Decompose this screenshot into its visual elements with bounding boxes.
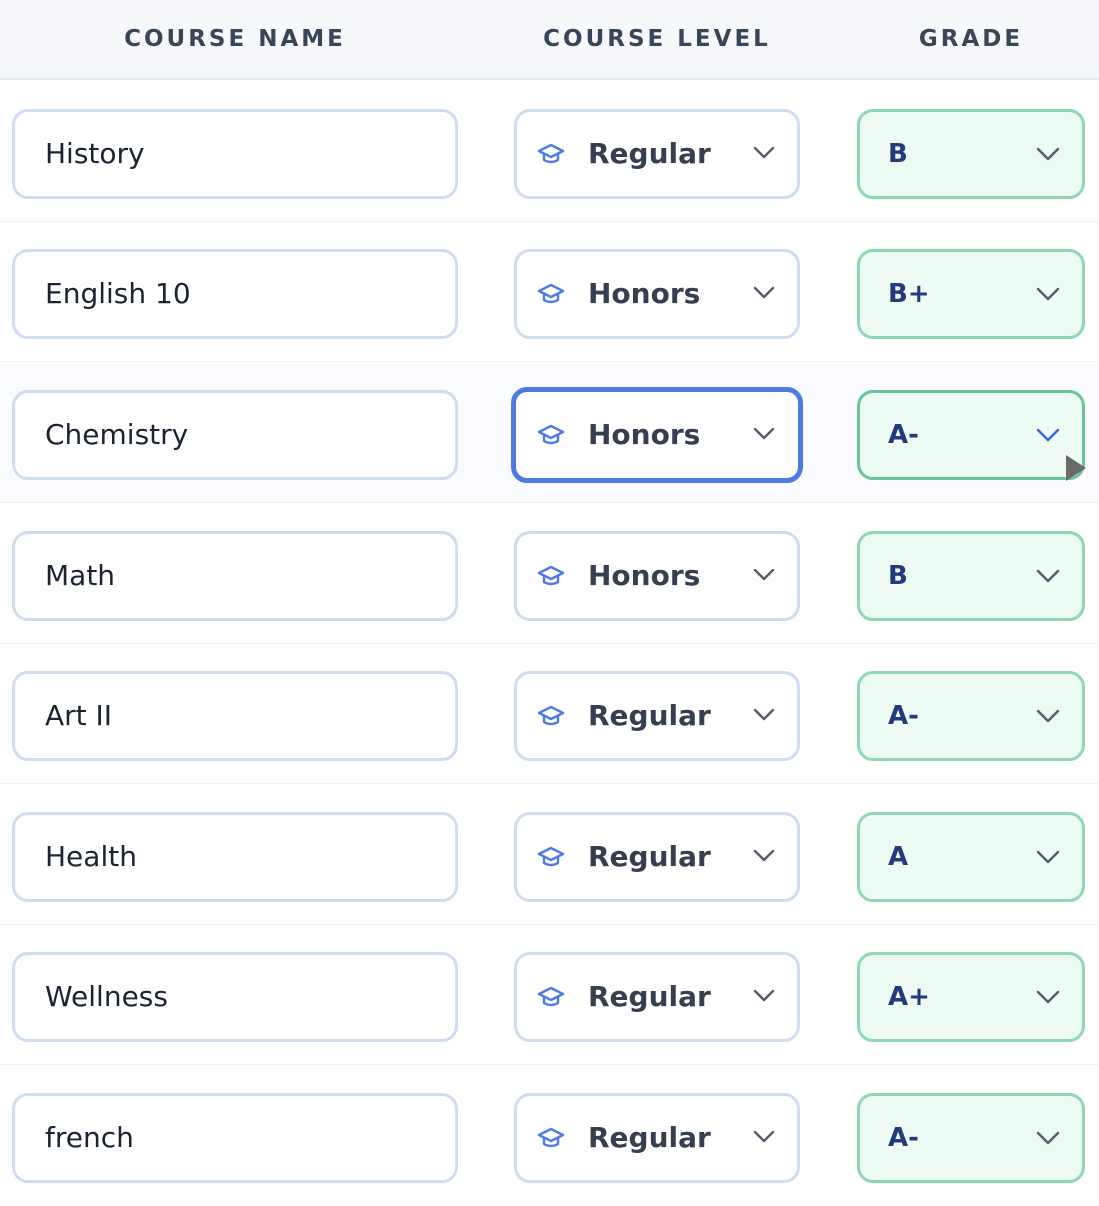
course-name-input[interactable]: History	[12, 109, 458, 199]
grade-select[interactable]: A-	[857, 390, 1085, 480]
table-header: COURSE NAME COURSE LEVEL GRADE	[0, 0, 1099, 80]
table-row: Chemistry Honors A-	[0, 363, 1099, 503]
course-name-input[interactable]: English 10	[12, 249, 458, 339]
course-level-select[interactable]: Regular	[514, 1093, 800, 1183]
table-row: Math Honors B	[0, 504, 1099, 644]
chevron-down-icon	[753, 146, 775, 159]
mouse-cursor-icon	[1066, 455, 1086, 481]
chevron-down-icon	[753, 286, 775, 299]
grade-select[interactable]: A-	[857, 1093, 1085, 1183]
chevron-down-icon	[1036, 850, 1060, 864]
graduation-cap-icon	[537, 283, 565, 304]
course-name-input[interactable]: Math	[12, 531, 458, 621]
grade-value: A-	[888, 420, 919, 450]
course-name-input[interactable]: Wellness	[12, 952, 458, 1042]
chevron-down-icon	[753, 849, 775, 862]
course-level-value: Honors	[588, 277, 701, 310]
chevron-down-icon	[753, 989, 775, 1002]
course-level-value: Regular	[588, 840, 711, 873]
chevron-down-icon	[1036, 709, 1060, 723]
course-name-input[interactable]: Art II	[12, 671, 458, 761]
chevron-down-icon	[753, 568, 775, 581]
grade-select[interactable]: A	[857, 812, 1085, 902]
grade-value: A	[888, 842, 909, 872]
graduation-cap-icon	[537, 424, 565, 445]
course-name-input[interactable]: Chemistry	[12, 390, 458, 480]
grade-value: B	[888, 561, 908, 591]
grade-value: B	[888, 139, 908, 169]
chevron-down-icon	[1036, 428, 1060, 442]
grade-select[interactable]: A-	[857, 671, 1085, 761]
grade-select[interactable]: B	[857, 109, 1085, 199]
course-level-select[interactable]: Honors	[514, 531, 800, 621]
course-level-select[interactable]: Regular	[514, 671, 800, 761]
grade-select[interactable]: A+	[857, 952, 1085, 1042]
table-row: History Regular B	[0, 82, 1099, 222]
course-level-select[interactable]: Regular	[514, 109, 800, 199]
grade-value: A+	[888, 982, 930, 1012]
course-level-value: Regular	[588, 1121, 711, 1154]
course-level-select[interactable]: Honors	[511, 387, 803, 483]
chevron-down-icon	[753, 427, 775, 440]
grade-select[interactable]: B	[857, 531, 1085, 621]
column-header-grade: GRADE	[918, 26, 1024, 52]
course-level-select[interactable]: Regular	[514, 952, 800, 1042]
grade-value: A-	[888, 1123, 919, 1153]
grade-select[interactable]: B+	[857, 249, 1085, 339]
course-level-value: Regular	[588, 699, 711, 732]
graduation-cap-icon	[537, 846, 565, 867]
chevron-down-icon	[1036, 990, 1060, 1004]
graduation-cap-icon	[537, 986, 565, 1007]
course-level-select[interactable]: Honors	[514, 249, 800, 339]
grade-value: B+	[888, 279, 930, 309]
chevron-down-icon	[1036, 287, 1060, 301]
chevron-down-icon	[1036, 147, 1060, 161]
table-row: English 10 Honors B+	[0, 222, 1099, 362]
graduation-cap-icon	[537, 705, 565, 726]
column-header-course-name: COURSE NAME	[124, 26, 346, 52]
course-name-input[interactable]: french	[12, 1093, 458, 1183]
graduation-cap-icon	[537, 1127, 565, 1148]
chevron-down-icon	[1036, 569, 1060, 583]
table-row: Wellness Regular A+	[0, 925, 1099, 1065]
course-level-select[interactable]: Regular	[514, 812, 800, 902]
course-level-value: Honors	[588, 559, 701, 592]
chevron-down-icon	[1036, 1131, 1060, 1145]
course-level-value: Honors	[588, 418, 701, 451]
table-row: Art II Regular A-	[0, 644, 1099, 784]
graduation-cap-icon	[537, 143, 565, 164]
course-level-value: Regular	[588, 137, 711, 170]
graduation-cap-icon	[537, 565, 565, 586]
chevron-down-icon	[753, 1130, 775, 1143]
course-level-value: Regular	[588, 980, 711, 1013]
grade-value: A-	[888, 701, 919, 731]
course-name-input[interactable]: Health	[12, 812, 458, 902]
column-header-course-level: COURSE LEVEL	[543, 26, 771, 52]
table-row: Health Regular A	[0, 785, 1099, 925]
chevron-down-icon	[753, 708, 775, 721]
table-row: french Regular A-	[0, 1066, 1099, 1206]
